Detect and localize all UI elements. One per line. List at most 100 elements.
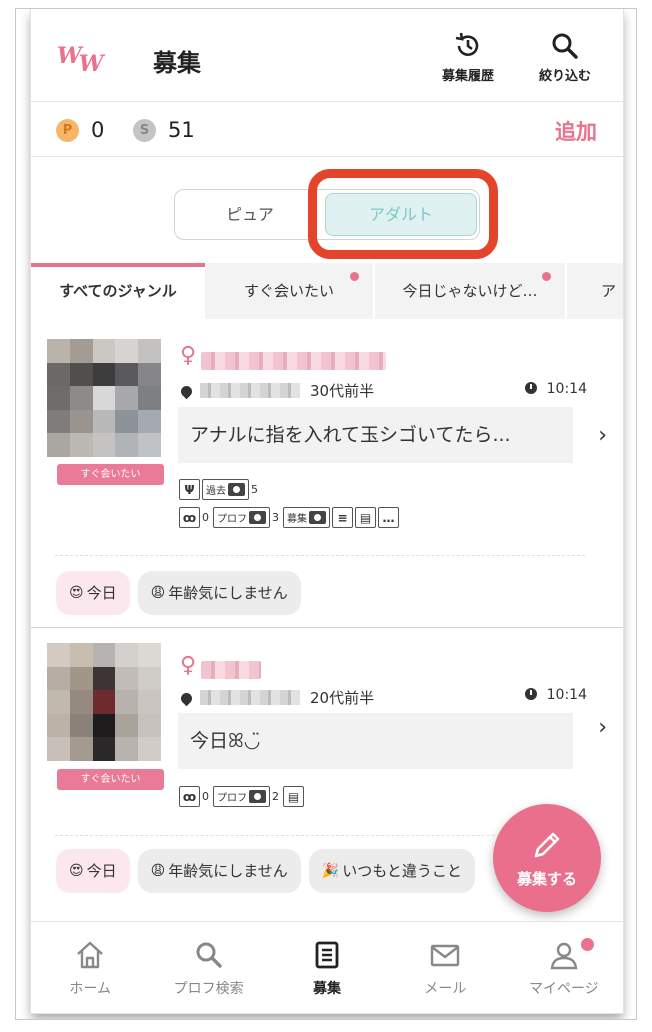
urgent-badge: すぐ会いたい [57, 464, 164, 485]
recruit-label: 募集 [287, 514, 307, 525]
profile-icons-row-2: ꝏ 0 プロフ 3 募集 ≡ ▤ … [179, 507, 399, 528]
fab-label: 募集する [516, 870, 577, 888]
emoji-icon: 😩 [150, 585, 166, 601]
create-recruit-button[interactable]: 募集する [493, 804, 601, 912]
post-card[interactable]: すぐ会いたい ♀ 30代前半 10:14 アナルに指を入れて玉シゴいてたら...… [31, 319, 623, 628]
camera-icon [249, 511, 266, 524]
device-frame: WW 募集 募集履歴 絞り込む P 0 S 51 追加 ピュア アダルト すべて… [15, 8, 637, 1020]
tab-all-genres[interactable]: すべてのジャンル [31, 263, 205, 319]
emoji-icon: 😍 [69, 863, 84, 879]
tag-chip[interactable]: 😩 年齢気にしません [137, 849, 301, 893]
tag-chip[interactable]: 😩 年齢気にしません [137, 571, 301, 615]
profile-photo-icon: プロフ [213, 507, 270, 528]
nav-label: 募集 [313, 981, 342, 997]
profile-icons-row-1: Ψ 過去 5 [179, 479, 260, 500]
emoji-icon: 😩 [150, 863, 166, 879]
history-button[interactable]: 募集履歴 [428, 31, 508, 84]
location-blurred [200, 690, 300, 705]
tab-not-today[interactable]: 今日じゃないけど… [375, 263, 565, 319]
location-pin-icon [178, 690, 195, 707]
history-label: 募集履歴 [441, 69, 494, 84]
divider [55, 555, 585, 556]
list-icon [315, 941, 339, 969]
time-label: 10:14 [546, 687, 587, 703]
plant-icon: Ψ [179, 479, 200, 500]
tag-label: 今日 [86, 584, 117, 602]
filter-label: 絞り込む [538, 69, 591, 84]
search-icon [552, 33, 578, 59]
post-time: 10:14 [524, 381, 587, 397]
profile-icons-row: ꝏ 0 プロフ 2 ▤ [179, 786, 304, 807]
id-card-icon: ▤ [355, 507, 376, 528]
mode-pure-button[interactable]: ピュア [175, 190, 325, 239]
unread-dot [542, 272, 551, 281]
clock-icon [524, 688, 537, 700]
nav-mypage[interactable]: マイページ [505, 922, 623, 1013]
person-icon [550, 942, 578, 970]
tag-label: 年齢気にしません [168, 584, 288, 602]
recruit-photo-icon: 募集 [283, 507, 330, 528]
location-row: 30代前半 [178, 380, 375, 401]
nav-recruit[interactable]: 募集 [268, 922, 386, 1013]
female-icon: ♀ [180, 653, 197, 678]
unread-dot [350, 272, 359, 281]
tag-label: 今日 [86, 862, 117, 880]
glasses-icon: ꝏ [179, 507, 200, 528]
past-photo-count: 5 [251, 483, 258, 496]
document-icon: ≡ [332, 507, 353, 528]
home-icon [77, 941, 104, 969]
notification-dot [580, 938, 594, 951]
prof-label: プロフ [217, 793, 247, 804]
tab-next[interactable]: ア [567, 263, 623, 319]
past-photo-icon: 過去 [202, 479, 249, 500]
emoji-icon: 🎉 [321, 863, 340, 879]
avatar[interactable] [47, 643, 161, 761]
id-card-icon: ▤ [283, 786, 304, 807]
age-label: 30代前半 [310, 382, 375, 400]
tab-meet-now[interactable]: すぐ会いたい [205, 263, 373, 319]
app-header: WW 募集 募集履歴 絞り込む [31, 9, 623, 102]
chat-bubble-icon: … [378, 507, 399, 528]
tag-chip[interactable]: 😍 今日 [56, 571, 130, 615]
prof-label: プロフ [217, 514, 247, 525]
page-title: 募集 [153, 49, 201, 77]
location-pin-icon [178, 383, 195, 400]
profile-photo-count: 2 [272, 790, 279, 803]
nav-label: プロフ検索 [173, 981, 244, 997]
location-row: 20代前半 [178, 687, 375, 708]
nav-label: ホーム [69, 981, 111, 997]
p-point-value: 0 [91, 118, 105, 142]
nav-home[interactable]: ホーム [31, 922, 149, 1013]
s-point-icon: S [133, 119, 156, 142]
tag-chip[interactable]: 😍 今日 [56, 849, 130, 893]
tag-chips: 😍 今日 😩 年齢気にしません [56, 571, 301, 615]
avatar[interactable] [47, 339, 161, 457]
camera-icon [249, 790, 266, 803]
tag-label: 年齢気にしません [168, 862, 288, 880]
past-label: 過去 [206, 486, 226, 497]
female-icon: ♀ [180, 343, 197, 368]
age-label: 20代前半 [310, 689, 375, 707]
camera-icon [309, 511, 326, 524]
nav-mail[interactable]: メール [386, 922, 504, 1013]
chevron-right-icon[interactable]: › [598, 423, 607, 448]
chevron-right-icon[interactable]: › [598, 715, 607, 740]
filter-button[interactable]: 絞り込む [525, 31, 605, 84]
urgent-badge: すぐ会いたい [57, 769, 164, 790]
app-screen: WW 募集 募集履歴 絞り込む P 0 S 51 追加 ピュア アダルト すべて… [31, 9, 623, 1013]
search-icon [196, 942, 222, 968]
app-logo[interactable]: WW [57, 43, 103, 77]
emoji-icon: 😍 [69, 585, 84, 601]
highlight-annotation [308, 169, 498, 259]
profile-photo-count: 3 [272, 511, 279, 524]
tag-chip[interactable]: 🎉 いつもと違うこと [308, 849, 475, 893]
nav-label: マイページ [528, 981, 599, 997]
glasses-count: 0 [202, 511, 209, 524]
nav-label: メール [424, 981, 467, 997]
post-message[interactable]: アナルに指を入れて玉シゴいてたら... [178, 407, 573, 463]
add-points-link[interactable]: 追加 [555, 116, 597, 146]
tab-label: すぐ会いたい [243, 282, 334, 300]
nav-profile-search[interactable]: プロフ検索 [149, 922, 267, 1013]
post-message[interactable]: 今日ꕤ◡̈ [178, 713, 573, 769]
time-label: 10:14 [546, 381, 587, 397]
